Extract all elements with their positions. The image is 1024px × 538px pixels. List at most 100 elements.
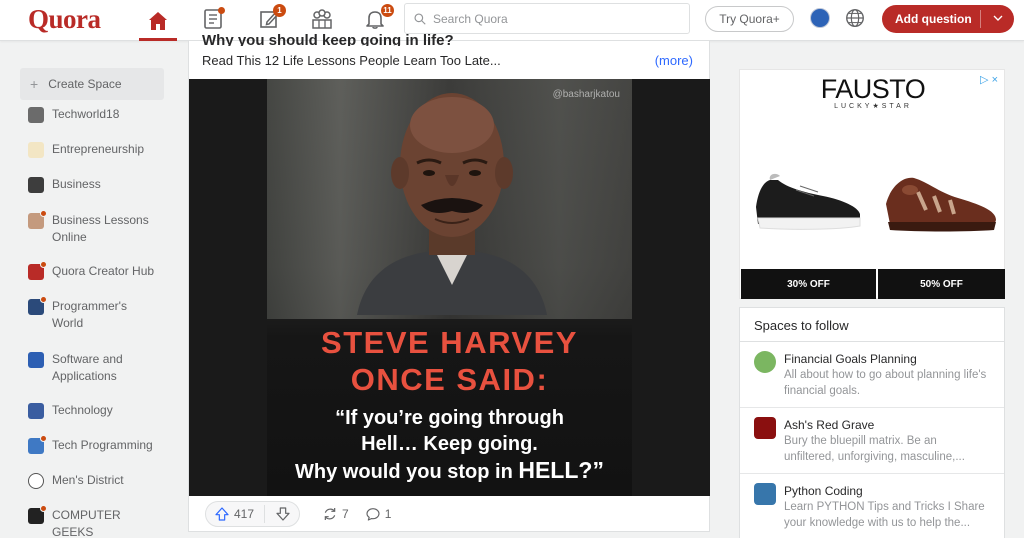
sidebar-space-item[interactable]: Business Lessons Online [20, 210, 160, 246]
share-button[interactable]: 7 [322, 506, 349, 522]
quote-line-3-start: Why would you stop in [295, 461, 519, 483]
business-icon [28, 177, 44, 193]
quote-line-2: Hell… Keep going. [361, 433, 538, 455]
search-icon [414, 12, 426, 25]
ad-brand-logo: FAUSTO [820, 74, 926, 104]
upvote-icon[interactable] [214, 506, 230, 522]
share-reshare-icon [324, 508, 336, 520]
unread-dot [40, 296, 47, 303]
suggested-space-item[interactable]: Python Coding Learn PYTHON Tips and Trick… [740, 474, 1004, 538]
sidebar-space-item[interactable]: Programmer's World [20, 296, 160, 332]
mens-district-icon [28, 473, 44, 489]
creator-hub-icon [28, 261, 47, 280]
programmers-world-icon [28, 296, 47, 315]
ad-brand-tagline: LUCKY★STAR [834, 103, 912, 110]
share-count: 7 [342, 507, 349, 521]
unread-dot [40, 210, 47, 217]
sidebar-space-item[interactable]: Business [20, 176, 160, 193]
notifications-nav-button[interactable]: 11 [356, 4, 394, 34]
headline-line-1: STEVE HARVEY [321, 325, 578, 360]
suggested-space-description: Learn PYTHON Tips and Tricks I Share you… [784, 501, 985, 529]
comment-count: 1 [384, 507, 392, 521]
answer-nav-button[interactable]: 1 [251, 4, 289, 34]
black-sneaker-image[interactable] [748, 152, 868, 242]
sidebar-space-item[interactable]: Tech Programming [20, 435, 160, 454]
vote-divider [264, 505, 266, 523]
sidebar-space-item[interactable]: Techworld18 [20, 106, 160, 123]
add-question-label: Add question [895, 12, 972, 26]
post-teaser[interactable]: Read This 12 Life Lessons People Learn T… [202, 53, 501, 68]
spaces-to-follow-list: Financial Goals Planning All about how to… [740, 342, 1004, 538]
adchoices-icon[interactable]: ▷ × [980, 73, 998, 86]
portrait-illustration [357, 93, 547, 315]
language-globe-button[interactable] [844, 7, 866, 34]
brown-sandal-image[interactable] [878, 152, 1002, 242]
suggested-space-item[interactable]: Ash's Red Grave Bury the bluepill matrix.… [740, 408, 1004, 474]
feed-post-card: Why you should keep going in life? Read … [188, 32, 710, 532]
sidebar-space-item[interactable]: Entrepreneurship [20, 141, 160, 158]
home-nav-button[interactable] [139, 4, 177, 41]
suggested-space-description: All about how to go about planning life'… [784, 369, 987, 397]
sidebar-space-label: Technology [52, 403, 113, 417]
headline-line-2: ONCE SAID: [350, 362, 549, 397]
spaces-group-icon [312, 9, 332, 29]
sidebar-space-label: COMPUTER GEEKS [52, 508, 121, 538]
search-input[interactable] [433, 11, 673, 26]
add-question-button[interactable]: Add question [882, 5, 1014, 33]
try-quora-plus-button[interactable]: Try Quora+ [705, 6, 794, 32]
image-watermark-handle: @basharjkatou [552, 89, 620, 100]
sidebar-space-label: Men's District [52, 473, 124, 487]
ad-offer-right[interactable]: 50% OFF [878, 269, 1005, 299]
suggested-space-icon [754, 483, 776, 505]
sidebar-space-item[interactable]: Technology [20, 402, 160, 419]
globe-icon [846, 9, 864, 27]
tech-programming-icon [28, 435, 47, 454]
user-avatar[interactable] [810, 8, 830, 28]
chevron-down-icon[interactable] [990, 10, 1006, 26]
vote-pill: 417 [205, 501, 301, 527]
create-space-button[interactable]: + Create Space [20, 68, 164, 100]
spaces-to-follow-panel: Spaces to follow Financial Goals Plannin… [739, 307, 1005, 538]
sidebar-space-item[interactable]: COMPUTER GEEKS [20, 505, 160, 538]
suggested-space-name[interactable]: Python Coding [784, 483, 990, 499]
spaces-nav-button[interactable] [303, 4, 341, 34]
downvote-icon[interactable] [275, 506, 291, 522]
quote-graphic: @basharjkatou STEVE HARVEY ONCE SAID: “I… [267, 79, 632, 496]
sidebar-space-item[interactable]: Quora Creator Hub [20, 261, 160, 280]
search-box[interactable] [404, 3, 690, 34]
quote-line-3-emphasis: HELL?” [518, 457, 604, 483]
quora-logo[interactable]: Quora [28, 4, 101, 35]
post-image[interactable]: @basharjkatou STEVE HARVEY ONCE SAID: “I… [189, 79, 710, 496]
sidebar-space-label: Business [52, 177, 101, 191]
quote-line-3: Why would you stop in HELL?” [267, 458, 632, 485]
sidebar-space-label: Programmer's World [52, 299, 127, 330]
comment-button[interactable]: 1 [365, 506, 392, 522]
sidebar-space-item[interactable]: Software and Applications [20, 351, 160, 385]
suggested-space-name[interactable]: Ash's Red Grave [784, 417, 990, 433]
plus-icon: + [30, 76, 39, 92]
following-dot [218, 7, 225, 14]
sidebar-space-item[interactable]: Men's District [20, 472, 160, 489]
following-nav-button[interactable] [194, 4, 232, 34]
unread-dot [40, 261, 47, 268]
answer-badge: 1 [273, 4, 286, 17]
suggested-space-item[interactable]: Financial Goals Planning All about how to… [740, 342, 1004, 408]
software-icon [28, 352, 44, 368]
suggested-space-description: Bury the bluepill matrix. Be an unfilter… [784, 435, 965, 463]
more-link[interactable]: (more) [655, 53, 693, 68]
spaces-sidebar: + Create Space Techworld18 Entrepreneursh… [20, 68, 166, 538]
sidebar-space-label: Tech Programming [52, 438, 153, 452]
sidebar-space-label: Business Lessons Online [52, 213, 149, 244]
suggested-space-name[interactable]: Financial Goals Planning [784, 351, 990, 367]
ad-offer-left[interactable]: 30% OFF [741, 269, 876, 299]
add-question-divider [980, 10, 981, 28]
comment-icon [366, 508, 380, 521]
create-space-label: Create Space [48, 77, 122, 91]
advertisement[interactable]: FAUSTO LUCKY★STAR ▷ × 30% OFF 50% OFF [739, 69, 1005, 299]
suggested-space-icon [754, 351, 776, 373]
upvote-count[interactable]: 417 [234, 507, 254, 521]
sidebar-space-label: Software and Applications [52, 352, 123, 383]
post-title[interactable]: Why you should keep going in life? [202, 32, 652, 46]
unread-dot [40, 505, 47, 512]
home-icon [149, 12, 167, 30]
